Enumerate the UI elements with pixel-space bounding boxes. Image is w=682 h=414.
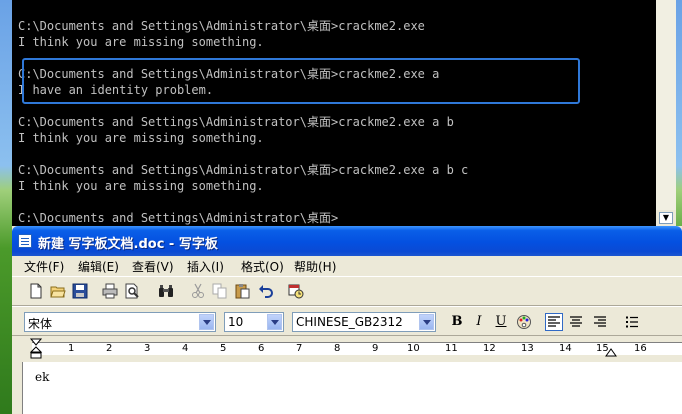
color-palette-icon[interactable] bbox=[516, 314, 532, 330]
font-size-value: 10 bbox=[228, 315, 244, 329]
font-name-select[interactable]: 宋体 bbox=[24, 312, 216, 332]
console-line: I think you are missing something. bbox=[18, 35, 264, 49]
scroll-down-arrow-icon[interactable]: ▼ bbox=[659, 212, 673, 224]
ruler-number: 11 bbox=[445, 343, 458, 354]
console-line: I think you are missing something. bbox=[18, 179, 264, 193]
ruler-number: 12 bbox=[483, 343, 496, 354]
ruler-number: 3 bbox=[144, 343, 151, 354]
chevron-down-icon[interactable] bbox=[419, 314, 434, 330]
bold-button[interactable]: B bbox=[448, 314, 466, 330]
console-output: C:\Documents and Settings\Administrator\… bbox=[18, 18, 468, 226]
ruler-strip bbox=[32, 342, 682, 355]
align-left-icon[interactable] bbox=[545, 313, 563, 331]
italic-button[interactable]: I bbox=[470, 314, 488, 330]
ruler-number: 1 bbox=[68, 343, 75, 354]
menu-file[interactable]: 文件(F) bbox=[24, 258, 64, 275]
highlight-box bbox=[22, 58, 580, 104]
ruler-number: 13 bbox=[521, 343, 534, 354]
cut-scissors-icon[interactable] bbox=[190, 283, 206, 299]
paste-icon[interactable] bbox=[234, 283, 250, 299]
ruler-number: 4 bbox=[182, 343, 189, 354]
scrollbar-thumb[interactable] bbox=[656, 0, 676, 210]
ruler-number: 2 bbox=[106, 343, 113, 354]
title-bar[interactable]: 新建 写字板文档.doc - 写字板 bbox=[12, 226, 682, 256]
ruler-number: 16 bbox=[634, 343, 647, 354]
wordpad-window: 新建 写字板文档.doc - 写字板 文件(F) 编辑(E) 查看(V) 插入(… bbox=[12, 226, 682, 414]
console-line: C:\Documents and Settings\Administrator\… bbox=[18, 19, 425, 33]
script-select[interactable]: CHINESE_GB2312 bbox=[292, 312, 436, 332]
menu-edit[interactable]: 编辑(E) bbox=[78, 258, 119, 275]
menu-view[interactable]: 查看(V) bbox=[132, 258, 174, 275]
document-text: ek bbox=[35, 370, 50, 384]
open-folder-icon[interactable] bbox=[50, 283, 66, 299]
ruler-number: 15 bbox=[596, 343, 609, 354]
new-document-icon[interactable] bbox=[28, 283, 44, 299]
bullets-icon[interactable] bbox=[624, 314, 640, 330]
undo-icon[interactable] bbox=[258, 283, 274, 299]
console-line: C:\Documents and Settings\Administrator\… bbox=[18, 115, 454, 129]
chevron-down-icon[interactable] bbox=[199, 314, 214, 330]
menu-insert[interactable]: 插入(I) bbox=[187, 258, 224, 275]
ruler-number: 6 bbox=[258, 343, 265, 354]
window-title: 新建 写字板文档.doc - 写字板 bbox=[38, 237, 218, 252]
chevron-down-icon[interactable] bbox=[267, 314, 282, 330]
console-line: C:\Documents and Settings\Administrator\… bbox=[18, 163, 469, 177]
ruler-number: 7 bbox=[296, 343, 303, 354]
menu-bar: 文件(F) 编辑(E) 查看(V) 插入(I) 格式(O) 帮助(H) bbox=[12, 256, 682, 276]
standard-toolbar bbox=[12, 276, 682, 306]
font-name-value: 宋体 bbox=[28, 317, 53, 331]
copy-icon[interactable] bbox=[212, 283, 228, 299]
align-right-icon[interactable] bbox=[592, 314, 608, 330]
save-disk-icon[interactable] bbox=[72, 283, 88, 299]
ruler-number: 9 bbox=[372, 343, 379, 354]
ruler[interactable]: 2 1 3 4 5 6 7 8 9 10 11 12 13 14 15 16 bbox=[12, 337, 682, 361]
console-line: C:\Documents and Settings\Administrator\… bbox=[18, 211, 339, 225]
ruler-number: 5 bbox=[220, 343, 227, 354]
wordpad-app-icon[interactable] bbox=[18, 234, 32, 248]
menu-help[interactable]: 帮助(H) bbox=[294, 258, 336, 275]
script-value: CHINESE_GB2312 bbox=[296, 315, 403, 329]
console-line: I think you are missing something. bbox=[18, 131, 264, 145]
ruler-number: 14 bbox=[559, 343, 572, 354]
find-binoculars-icon[interactable] bbox=[158, 283, 174, 299]
ruler-number: 8 bbox=[334, 343, 341, 354]
format-toolbar: 宋体 10 CHINESE_GB2312 B I U bbox=[12, 306, 682, 336]
print-icon[interactable] bbox=[102, 283, 118, 299]
underline-button[interactable]: U bbox=[492, 314, 510, 330]
console-scrollbar[interactable]: ▼ bbox=[656, 0, 676, 226]
indent-marker-icon[interactable] bbox=[30, 338, 42, 360]
font-size-select[interactable]: 10 bbox=[224, 312, 284, 332]
ruler-number: 10 bbox=[407, 343, 420, 354]
menu-format[interactable]: 格式(O) bbox=[241, 258, 284, 275]
document-area[interactable]: ek bbox=[22, 362, 682, 414]
print-preview-icon[interactable] bbox=[124, 283, 140, 299]
date-time-icon[interactable] bbox=[288, 283, 304, 299]
console-window[interactable]: C:\Documents and Settings\Administrator\… bbox=[12, 0, 676, 226]
align-center-icon[interactable] bbox=[568, 314, 584, 330]
